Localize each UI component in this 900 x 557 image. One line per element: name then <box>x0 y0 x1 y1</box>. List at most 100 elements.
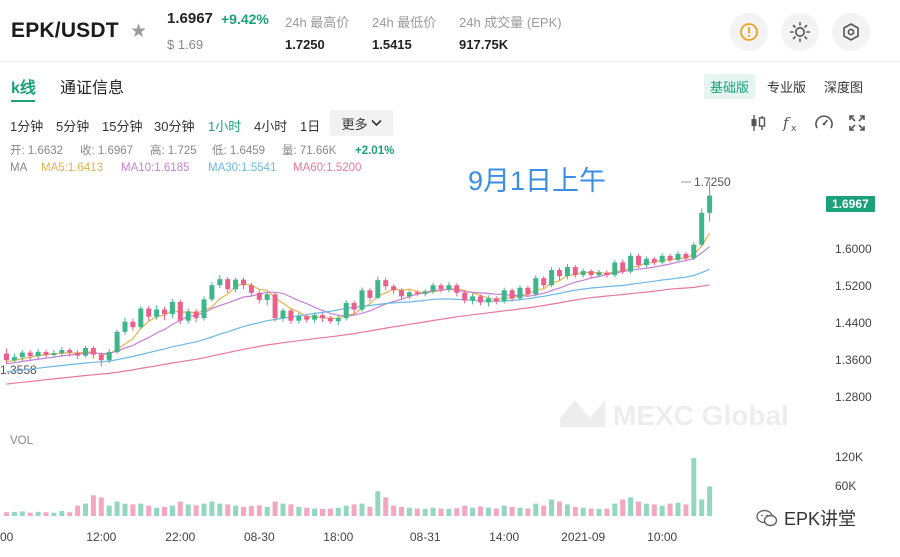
volume-bar[interactable] <box>557 501 562 516</box>
volume-bar[interactable] <box>604 508 610 516</box>
candle[interactable] <box>651 256 657 265</box>
volume-bar[interactable] <box>406 507 412 516</box>
volume-bar[interactable] <box>612 503 618 516</box>
volume-bar[interactable] <box>288 504 294 516</box>
volume-bar[interactable] <box>296 506 302 516</box>
volume-bar[interactable] <box>162 506 167 516</box>
volume-bar[interactable] <box>699 499 705 516</box>
volume-bar[interactable] <box>4 512 9 516</box>
volume-bar[interactable] <box>146 505 152 516</box>
candle[interactable] <box>209 282 215 302</box>
volume-bar[interactable] <box>454 508 460 516</box>
candle[interactable] <box>391 284 397 294</box>
volume-bar[interactable] <box>193 505 199 516</box>
candle[interactable] <box>320 313 325 323</box>
volume-bar[interactable] <box>11 511 17 516</box>
volume-bar[interactable] <box>501 505 507 516</box>
volume-bar[interactable] <box>414 508 420 516</box>
candle[interactable] <box>343 300 349 321</box>
candle[interactable] <box>517 285 523 301</box>
volume-bar[interactable] <box>446 508 452 516</box>
volume-bar[interactable] <box>280 503 286 516</box>
chart-settings-button[interactable] <box>813 112 835 134</box>
candle[interactable] <box>256 290 262 304</box>
candle[interactable] <box>446 282 452 293</box>
candle[interactable] <box>296 313 302 324</box>
volume-bar[interactable] <box>525 508 531 516</box>
interval-1d[interactable]: 1日 <box>300 116 320 135</box>
candle[interactable] <box>162 306 167 321</box>
fullscreen-button[interactable] <box>846 112 868 134</box>
volume-bar[interactable] <box>264 506 270 516</box>
candle[interactable] <box>699 208 705 247</box>
candle[interactable] <box>628 252 634 274</box>
candle[interactable] <box>533 275 539 297</box>
volume-bar[interactable] <box>122 503 128 516</box>
volume-bar[interactable] <box>438 508 444 516</box>
candle[interactable] <box>383 277 389 291</box>
volume-bar[interactable] <box>209 501 215 516</box>
candle[interactable] <box>462 291 468 304</box>
depth-chart-button[interactable]: 深度图 <box>818 74 869 99</box>
candle[interactable] <box>667 253 673 263</box>
candle[interactable] <box>264 291 270 306</box>
volume-bar[interactable] <box>67 512 73 516</box>
volume-bar[interactable] <box>351 504 357 516</box>
volume-bar[interactable] <box>138 503 144 516</box>
volume-bar[interactable] <box>256 505 262 516</box>
candle[interactable] <box>643 256 649 268</box>
volume-bar[interactable] <box>106 505 112 516</box>
candle[interactable] <box>146 305 152 321</box>
volume-bar[interactable] <box>43 512 49 516</box>
candle[interactable] <box>185 308 191 324</box>
volume-bar[interactable] <box>509 506 515 516</box>
volume-bar[interactable] <box>659 505 665 516</box>
volume-bar[interactable] <box>462 505 468 516</box>
pair-name[interactable]: EPK/USDT <box>11 19 119 43</box>
candle[interactable] <box>83 345 88 358</box>
settings-button[interactable] <box>832 13 870 51</box>
volume-bar[interactable] <box>335 507 341 516</box>
candle[interactable] <box>367 287 373 302</box>
volume-bar[interactable] <box>620 499 626 516</box>
candle[interactable] <box>493 296 499 305</box>
candle[interactable] <box>580 268 586 278</box>
volume-bar[interactable] <box>98 497 104 516</box>
volume-bar[interactable] <box>541 505 547 516</box>
candle[interactable] <box>241 277 246 290</box>
volume-bar[interactable] <box>564 504 570 516</box>
volume-bar[interactable] <box>248 506 254 516</box>
volume-bar[interactable] <box>154 507 160 516</box>
volume-bar[interactable] <box>588 508 594 516</box>
interval-1m[interactable]: 1分钟 <box>10 116 43 135</box>
favorite-star-icon[interactable]: ★ <box>130 20 147 43</box>
candle[interactable] <box>541 276 547 289</box>
candle[interactable] <box>90 345 96 359</box>
candle[interactable] <box>280 308 286 322</box>
volume-bar[interactable] <box>643 503 649 516</box>
interval-5m[interactable]: 5分钟 <box>56 116 89 135</box>
tab-kline[interactable]: k线 <box>11 74 36 98</box>
volume-bar[interactable] <box>478 506 483 516</box>
candle[interactable] <box>114 329 120 355</box>
volume-bar[interactable] <box>51 512 57 516</box>
kline-chart[interactable]: MEXC Global 开: 1.6632 收: 1.6967 高: 1.725… <box>0 138 900 557</box>
candle[interactable] <box>375 276 381 300</box>
volume-bar[interactable] <box>343 505 349 516</box>
candle[interactable] <box>675 251 681 262</box>
candle[interactable] <box>233 277 239 293</box>
volume-bar[interactable] <box>383 497 389 516</box>
volume-bar[interactable] <box>683 504 689 516</box>
volume-bar[interactable] <box>367 506 373 516</box>
candle[interactable] <box>588 269 594 279</box>
volume-bar[interactable] <box>185 504 191 516</box>
volume-bar[interactable] <box>470 507 476 516</box>
candle[interactable] <box>193 309 199 323</box>
volume-bar[interactable] <box>169 505 175 516</box>
tab-token-info[interactable]: 通证信息 <box>60 74 124 98</box>
volume-bar[interactable] <box>651 504 657 516</box>
volume-bar[interactable] <box>359 503 365 516</box>
candle[interactable] <box>122 317 128 335</box>
volume-bar[interactable] <box>430 507 436 516</box>
candle[interactable] <box>359 287 365 312</box>
